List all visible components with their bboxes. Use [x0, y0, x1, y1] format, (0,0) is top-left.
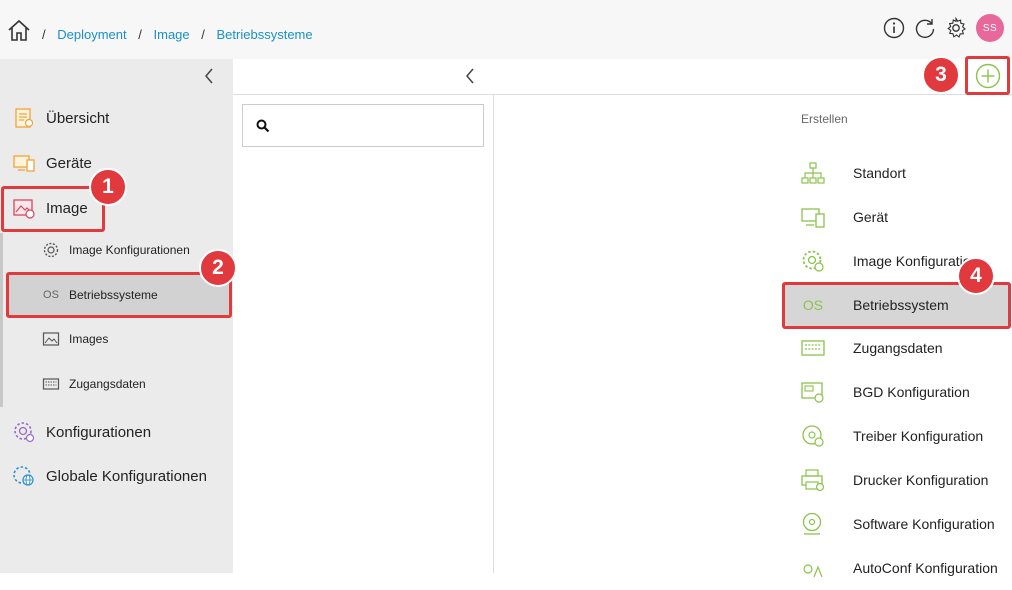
create-menu-label: Standort [853, 165, 906, 181]
sidebar-item-label: Geräte [46, 154, 92, 172]
create-drucker-konfiguration[interactable]: Drucker Konfiguration [784, 458, 1010, 502]
callout-box-3 [965, 56, 1010, 95]
create-zugangsdaten[interactable]: Zugangsdaten [784, 326, 1010, 370]
breadcrumb-separator: / [201, 27, 205, 42]
gear-icon [43, 242, 59, 258]
user-avatar[interactable]: SS [976, 14, 1004, 42]
create-geraet[interactable]: Gerät [784, 195, 1010, 239]
list-column [233, 95, 494, 573]
breadcrumb-separator: / [138, 27, 142, 42]
sidebar-item-label: Übersicht [46, 109, 110, 127]
create-menu-label: Software Konfiguration [853, 516, 995, 532]
callout-badge-4: 4 [957, 257, 995, 295]
create-menu-label: AutoConf Konfiguration [853, 560, 998, 576]
sidebar-item-konfigurationen[interactable]: Konfigurationen [12, 419, 151, 445]
image-icon [42, 332, 60, 346]
refresh-icon[interactable] [914, 17, 936, 39]
home-icon[interactable] [6, 18, 32, 42]
create-menu-label: Gerät [853, 209, 889, 225]
software-icon [802, 512, 822, 535]
callout-box-2 [6, 272, 232, 318]
create-software-konfiguration[interactable]: Software Konfiguration [784, 502, 1010, 546]
top-bar: / Deployment / Image / Betriebssysteme S… [0, 0, 1012, 59]
search-icon [256, 119, 270, 133]
info-icon[interactable] [883, 17, 905, 39]
overview-icon [15, 108, 34, 128]
driver-icon [802, 425, 824, 447]
create-menu-label: BGD Konfiguration [853, 384, 970, 400]
sidebar-item-globale-konfigurationen[interactable]: Globale Konfigurationen [12, 463, 207, 489]
create-menu-label: Zugangsdaten [853, 340, 943, 356]
create-menu-title: Erstellen [801, 112, 848, 126]
create-standort[interactable]: Standort [784, 151, 1010, 195]
sidebar-subitem-images[interactable]: Images [42, 327, 108, 351]
devices-icon [13, 155, 35, 172]
create-bgd-konfiguration[interactable]: BGD Konfiguration [784, 370, 1010, 414]
search-input[interactable] [242, 104, 484, 147]
callout-badge-1: 1 [89, 168, 127, 206]
breadcrumb-image[interactable]: Image [154, 27, 190, 42]
settings-gear-icon[interactable] [945, 17, 967, 39]
sidebar-subitem-label: Zugangsdaten [69, 377, 146, 391]
create-autoconf-konfiguration[interactable]: AutoConf Konfiguration [784, 546, 1010, 590]
sidebar-item-label: Konfigurationen [46, 423, 152, 441]
gear-icon [802, 250, 824, 272]
create-menu-label: Treiber Konfiguration [853, 428, 984, 444]
panel-collapse-chevron-icon[interactable] [463, 67, 477, 85]
callout-badge-3: 3 [922, 56, 960, 94]
callout-badge-2: 2 [199, 249, 237, 287]
credentials-icon [801, 340, 825, 356]
sitemap-icon [801, 162, 825, 184]
breadcrumb-separator: / [42, 27, 46, 42]
printer-icon [801, 469, 825, 492]
top-icons: SS [883, 13, 1004, 43]
sidebar-collapse-chevron-icon[interactable] [202, 67, 216, 85]
sidebar-item-uebersicht[interactable]: Übersicht [12, 105, 109, 131]
global-configurations-icon [13, 466, 34, 486]
sidebar-item-label: Globale Konfigurationen [46, 467, 207, 485]
device-icon [801, 208, 825, 228]
autoconf-icon [803, 564, 823, 578]
sidebar-subitem-zugangsdaten[interactable]: Zugangsdaten [42, 372, 146, 396]
credentials-icon [42, 378, 60, 390]
sidebar-item-geraete[interactable]: Geräte [12, 150, 92, 176]
sidebar-subitem-label: Images [69, 332, 109, 346]
create-menu-label: Drucker Konfiguration [853, 472, 989, 488]
submenu-guide-line [0, 233, 3, 407]
bgd-icon [801, 382, 824, 403]
breadcrumb-deployment[interactable]: Deployment [57, 27, 126, 42]
sidebar-subitem-image-konfigurationen[interactable]: Image Konfigurationen [42, 238, 190, 262]
panel-header [233, 59, 1012, 95]
configurations-icon [14, 422, 35, 443]
create-treiber-konfiguration[interactable]: Treiber Konfiguration [784, 414, 1010, 458]
sidebar-subitem-label: Image Konfigurationen [69, 243, 190, 257]
breadcrumb: / Deployment / Image / Betriebssysteme [42, 27, 321, 42]
breadcrumb-betriebssysteme[interactable]: Betriebssysteme [217, 27, 313, 42]
